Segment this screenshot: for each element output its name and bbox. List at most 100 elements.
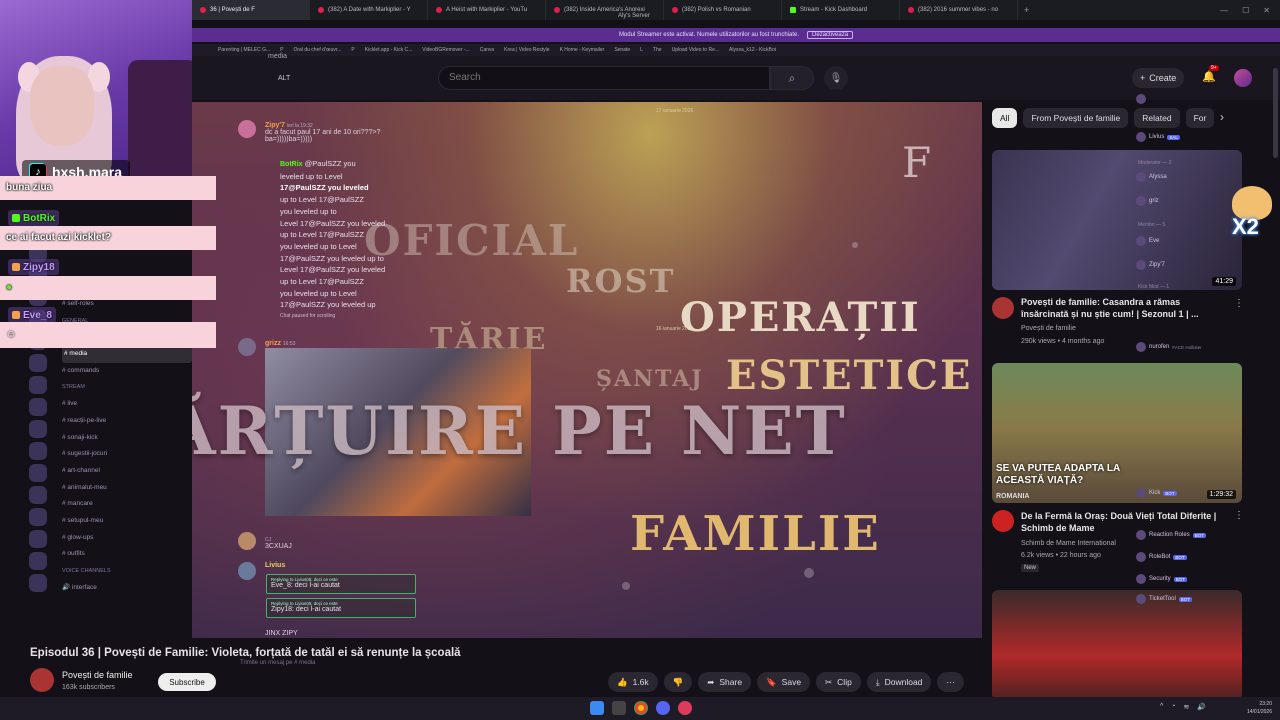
tab-kick-dashboard[interactable]: Stream - Kick Dashboard (782, 0, 900, 20)
reply-message[interactable]: Replying to Livius05: deci ce este Zipy1… (266, 598, 416, 618)
bookmark[interactable]: The (653, 47, 662, 53)
channel-avatar[interactable] (992, 510, 1014, 532)
member-item[interactable]: Eve (1136, 236, 1159, 246)
channel-setup[interactable]: # setupul-meu (62, 513, 192, 530)
discord-message-input[interactable]: Trimite un mesaj pe # media (240, 660, 315, 666)
channel-live[interactable]: # live (62, 396, 192, 413)
related-video-channel[interactable]: Schimb de Mame International (1021, 540, 1116, 547)
bookmark[interactable]: Senate (614, 47, 630, 53)
server-icon[interactable] (29, 508, 47, 526)
channel-glow-ups[interactable]: # glow-ups (62, 530, 192, 547)
bookmark[interactable]: Alyssa_k12 - KickBot (729, 47, 776, 53)
channel-interface[interactable]: 🔊 interface (62, 580, 192, 597)
member-item[interactable] (1136, 94, 1146, 104)
bookmark[interactable]: Oral du chef d'œuvr... (294, 47, 342, 53)
channel-name[interactable]: Povești de familie (62, 670, 133, 680)
taskbar-clock[interactable]: 23:20 14/01/2026 (1247, 700, 1272, 716)
maximize-icon[interactable]: ☐ (1242, 6, 1249, 15)
member-item[interactable]: Kick BOT (1136, 488, 1177, 498)
channel-mancare[interactable]: # mancare (62, 496, 192, 513)
server-icon[interactable] (29, 574, 47, 592)
category-stream[interactable]: STREAM (62, 379, 192, 396)
bookmark[interactable]: Parenting | MELEC G... (218, 47, 270, 53)
network-icon[interactable]: ◔ (1171, 703, 1175, 711)
server-icon[interactable] (29, 552, 47, 570)
save-button[interactable]: 🔖 Save (757, 672, 811, 692)
bookmark[interactable]: Canva (480, 47, 494, 53)
create-button[interactable]: + Create (1132, 68, 1185, 88)
video-player[interactable]: 17 ianuarie 2026 16 ianuarie 2026 OFICIA… (192, 102, 982, 638)
member-item[interactable]: Security BOT (1136, 574, 1187, 584)
chrome-icon[interactable] (634, 701, 648, 715)
server-icon[interactable] (29, 376, 47, 394)
channel-avatar[interactable] (992, 297, 1014, 319)
voice-search-button[interactable]: 🎙 (824, 66, 848, 90)
channel-sugestii[interactable]: # sugestii-jocuri (62, 446, 192, 463)
category-voice[interactable]: VOICE CHANNELS (62, 563, 192, 580)
member-item[interactable]: griz (1136, 196, 1159, 206)
channel-outfits[interactable]: # outfits (62, 546, 192, 563)
reply-message[interactable]: Replying to Livius05: deci ce este Eve_8… (266, 574, 416, 594)
chip-from-channel[interactable]: From Povești de familie (1023, 108, 1129, 128)
tab-povesti[interactable]: 36 | Povești de F (192, 0, 310, 20)
wifi-icon[interactable]: ≋ (1184, 703, 1190, 711)
more-actions-button[interactable]: ⋯ (937, 672, 964, 692)
new-tab-button[interactable]: + (1018, 5, 1035, 15)
bookmark[interactable]: Upload Video to Re... (672, 47, 719, 53)
server-icon[interactable] (29, 486, 47, 504)
channel-avatar[interactable] (30, 668, 54, 692)
tab-heist-markiplier[interactable]: A Heist with Markiplier - YouTu (428, 0, 546, 20)
tab-date-markiplier[interactable]: (382) A Date with Markiplier - Y (310, 0, 428, 20)
server-icon[interactable] (29, 354, 47, 372)
server-icon[interactable] (29, 464, 47, 482)
bookmark[interactable]: Krea | Video Restyle (504, 47, 549, 53)
member-item[interactable]: nurofen FACE Hollister (1136, 342, 1202, 352)
subscribe-button[interactable]: Subscribe (158, 673, 216, 691)
scrollbar-thumb[interactable] (1273, 68, 1278, 158)
banner-disable-button[interactable]: Dezactivează (807, 31, 854, 39)
bookmark[interactable]: K Home - Keymailer (560, 47, 605, 53)
like-button[interactable]: 👍 1.6k (608, 672, 658, 692)
app-icon[interactable] (678, 701, 692, 715)
member-item[interactable]: Zipy'7 (1136, 260, 1165, 270)
member-item[interactable]: Reaction Roles BOT (1136, 530, 1206, 540)
bookmark[interactable]: P (351, 47, 354, 53)
bookmark[interactable]: L (640, 47, 643, 53)
search-button[interactable]: ⌕ (770, 66, 814, 90)
member-item[interactable]: Alyssa (1136, 172, 1167, 182)
member-item[interactable]: RoleBot BOT (1136, 552, 1187, 562)
volume-icon[interactable]: 🔊 (1197, 703, 1206, 711)
channel-media[interactable]: # media (62, 346, 192, 363)
channel-commands[interactable]: # commands (62, 363, 192, 380)
chevron-up-icon[interactable]: ^ (1160, 703, 1163, 711)
close-icon[interactable]: ✕ (1263, 6, 1270, 15)
minimize-icon[interactable]: — (1220, 6, 1228, 15)
tab-summer-vibes[interactable]: (382) 2016 summer vibes - no (900, 0, 1018, 20)
member-item[interactable]: Livius SAL (1136, 132, 1180, 142)
channel-animalut[interactable]: # animalut-meu (62, 480, 192, 497)
bookmark[interactable]: VideoBGRemover -... (422, 47, 469, 53)
search-input[interactable]: Search (438, 66, 770, 90)
bell-icon[interactable]: 🔔 (1202, 70, 1216, 83)
bookmark[interactable]: Kicklet.app - Kick C... (365, 47, 413, 53)
server-icon[interactable] (29, 420, 47, 438)
chip-all[interactable]: All (992, 108, 1018, 128)
discord-icon[interactable] (656, 701, 670, 715)
channel-art[interactable]: # art-channel (62, 463, 192, 480)
clip-button[interactable]: ✂ Clip (816, 672, 861, 692)
download-button[interactable]: ⤓ Download (866, 672, 932, 692)
page-scrollbar[interactable] (1273, 62, 1278, 692)
windows-start-icon[interactable] (590, 701, 604, 715)
related-video-channel[interactable]: Povești de familie (1021, 325, 1076, 332)
share-button[interactable]: ➦ Share (698, 672, 752, 692)
account-avatar[interactable] (1234, 69, 1252, 87)
server-icon[interactable] (29, 398, 47, 416)
youtube-logo[interactable]: ALT (278, 75, 290, 82)
channel-sonaji[interactable]: # sonaji-kick (62, 430, 192, 447)
tab-polish-romanian[interactable]: (382) Polish vs Romanian (664, 0, 782, 20)
dislike-button[interactable]: 👎 (663, 672, 693, 692)
channel-reactii[interactable]: # reacții-pe-live (62, 413, 192, 430)
server-icon[interactable] (29, 530, 47, 548)
file-explorer-icon[interactable] (612, 701, 626, 715)
member-item[interactable]: TicketTool BOT (1136, 594, 1193, 604)
